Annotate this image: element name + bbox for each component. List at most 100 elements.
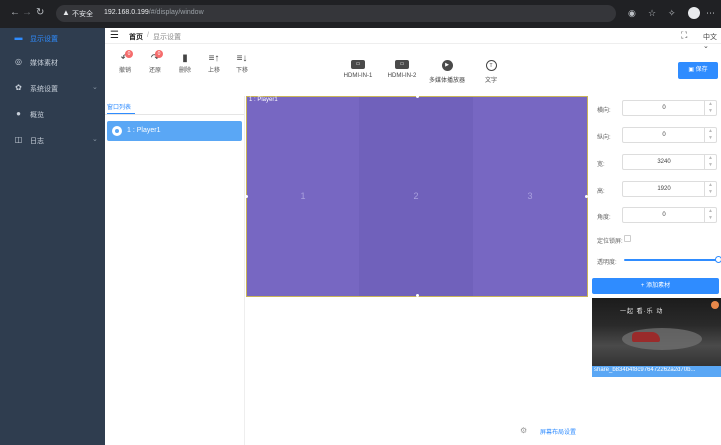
address-bar[interactable]: ▲ 不安全 192.168.0.199/#/display/window <box>56 5 616 22</box>
media-card[interactable]: 一起 看·乐 动 share_b834b4f8c976472262a2d70b.… <box>592 298 721 377</box>
redo-button[interactable]: ↷ 0 还原 <box>140 50 170 74</box>
hdmi-icon: ▭ <box>351 60 365 69</box>
save-label: 保存 <box>695 67 708 73</box>
settings-icon[interactable]: ⚙ <box>520 426 527 435</box>
stepper-icon[interactable]: ▲ ▼ <box>704 155 716 169</box>
sidebar-item-system[interactable]: ✿ 系统设置 ⌄ <box>0 78 105 98</box>
puzzle-icon[interactable]: ✧ <box>668 7 676 19</box>
opacity-slider[interactable] <box>624 259 719 261</box>
sidebar-item-log[interactable]: ◫ 日志 ⌄ <box>0 130 105 150</box>
redo-count-badge: 0 <box>155 50 163 58</box>
resize-handle[interactable] <box>245 195 248 198</box>
screen-panel-number: 2 <box>413 191 419 201</box>
save-button[interactable]: ▣ 保存 <box>678 62 718 79</box>
x-value: 0 <box>662 105 666 111</box>
screen-panel-number: 3 <box>527 191 533 201</box>
media-thumbnail: 一起 看·乐 动 <box>592 298 721 366</box>
sidebar-item-label: 概览 <box>30 112 44 119</box>
stepper-icon[interactable]: ▲ ▼ <box>704 182 716 196</box>
source-media-player[interactable]: ▶ 多媒体播放器 <box>426 60 468 84</box>
info-icon: ● <box>16 109 21 118</box>
reload-icon[interactable]: ↻ <box>36 6 44 20</box>
width-label: 宽: <box>597 162 605 168</box>
play-icon: ▶ <box>441 60 453 71</box>
lock-ratio-checkbox[interactable] <box>624 235 631 242</box>
x-input[interactable]: 0 ▲ ▼ <box>622 100 717 116</box>
undo-label: 撤销 <box>118 68 131 74</box>
fullscreen-icon[interactable]: ⛶ <box>681 30 687 41</box>
source-label: HDMI-IN-2 <box>387 73 417 79</box>
source-hdmi-in-1[interactable]: ▭ HDMI-IN-1 <box>341 60 375 79</box>
media-icon: ◎ <box>15 57 22 66</box>
stepper-icon[interactable]: ▲ ▼ <box>704 208 716 222</box>
sidebar-item-label: 媒体素材 <box>30 60 58 67</box>
breadcrumb-home[interactable]: 首页 <box>129 32 143 42</box>
language-select[interactable]: 中文 ⌄ <box>703 32 721 50</box>
profile-avatar[interactable] <box>688 7 700 19</box>
url-path: /#/display/window <box>148 9 204 16</box>
chevron-down-icon: ⌄ <box>92 136 98 143</box>
x-label: 横向: <box>597 108 611 114</box>
undo-count-badge: 0 <box>125 50 133 58</box>
tab-window-list[interactable]: 窗口列表 <box>107 102 131 111</box>
y-value: 0 <box>662 132 666 138</box>
delete-button[interactable]: ▮ 删除 <box>170 52 200 74</box>
stepper-icon[interactable]: ▲ ▼ <box>704 128 716 142</box>
url-host: 192.168.0.199 <box>104 9 149 16</box>
back-icon[interactable]: ← <box>10 6 20 20</box>
star-icon[interactable]: ☆ <box>648 7 656 19</box>
move-down-button[interactable]: ≡↓ 下移 <box>227 52 257 74</box>
breadcrumb-separator: / <box>147 32 149 39</box>
extension-icon[interactable]: ◉ <box>628 7 636 19</box>
screen-panel-number: 1 <box>300 191 306 201</box>
height-input[interactable]: 1920 ▲ ▼ <box>622 181 717 197</box>
warning-icon: ▲ <box>62 8 70 17</box>
screen-layout-link[interactable]: 屏幕布局设置 <box>540 427 576 436</box>
screen-panel: 3 <box>473 97 587 296</box>
angle-label: 角度: <box>597 215 611 221</box>
tab-divider <box>105 114 244 115</box>
redo-label: 还原 <box>148 68 161 74</box>
resize-handle[interactable] <box>585 195 588 198</box>
y-input[interactable]: 0 ▲ ▼ <box>622 127 717 143</box>
source-text[interactable]: T 文字 <box>481 60 501 84</box>
monitor-icon: ▬ <box>14 33 23 42</box>
hdmi-icon: ▭ <box>395 60 409 69</box>
forward-icon[interactable]: → <box>22 6 32 20</box>
move-up-button[interactable]: ≡↑ 上移 <box>199 52 229 74</box>
resize-handle[interactable] <box>416 95 419 98</box>
opacity-label: 透明度: <box>597 260 617 266</box>
chevron-down-icon: ⌄ <box>92 84 98 91</box>
sidebar-item-overview[interactable]: ● 概览 <box>0 104 105 124</box>
angle-input[interactable]: 0 ▲ ▼ <box>622 207 717 223</box>
sidebar-item-label: 日志 <box>30 138 44 145</box>
undo-button[interactable]: ↶ 0 撤销 <box>110 50 140 74</box>
stepper-icon[interactable]: ▲ ▼ <box>704 101 716 115</box>
layout-canvas[interactable]: 1 2 3 1 : Player1 <box>245 95 588 297</box>
height-label: 高: <box>597 189 605 195</box>
trash-icon: ▮ <box>182 53 188 64</box>
window-list-item[interactable]: 1 : Player1 <box>107 121 242 141</box>
hamburger-icon[interactable]: ☰ <box>110 30 119 41</box>
screen-panel: 2 <box>359 97 473 296</box>
sidebar-item-label: 显示设置 <box>30 36 58 43</box>
add-material-button[interactable]: + 添加素材 <box>592 278 719 294</box>
gear-icon: ✿ <box>15 83 22 92</box>
top-bar: ☰ 首页 / 显示设置 ⛶ 中文 ⌄ <box>105 28 721 50</box>
source-hdmi-in-2[interactable]: ▭ HDMI-IN-2 <box>385 60 419 79</box>
breadcrumb-current: 显示设置 <box>153 34 181 41</box>
media-filename: share_b834b4f8c976472262a2d70b... <box>594 367 696 373</box>
sidebar-item-display[interactable]: ▬ 显示设置 <box>0 28 105 48</box>
resize-handle[interactable] <box>416 294 419 297</box>
log-icon: ◫ <box>14 135 23 144</box>
opacity-slider-thumb[interactable] <box>715 256 721 263</box>
width-input[interactable]: 3240 ▲ ▼ <box>622 154 717 170</box>
canvas-window-title: 1 : Player1 <box>249 97 278 103</box>
height-value: 1920 <box>657 186 671 192</box>
record-icon <box>711 301 719 309</box>
delete-label: 删除 <box>178 68 191 74</box>
move-up-icon: ≡↑ <box>208 53 220 64</box>
menu-dots-icon[interactable]: ⋯ <box>706 7 715 19</box>
source-label: HDMI-IN-1 <box>343 73 373 79</box>
sidebar-item-media[interactable]: ◎ 媒体素材 <box>0 52 105 72</box>
